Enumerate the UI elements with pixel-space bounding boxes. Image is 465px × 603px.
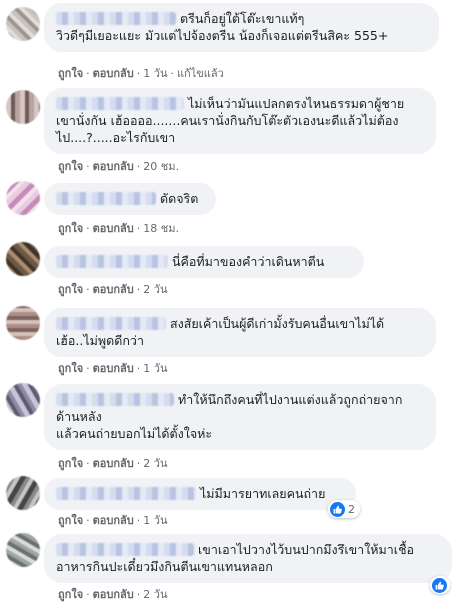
commenter-name[interactable]	[56, 543, 194, 556]
avatar[interactable]	[6, 476, 40, 510]
comment-actions: ถูกใจ · ตอบกลับ · 1 วัน	[58, 362, 168, 375]
like-link[interactable]: ถูกใจ	[58, 457, 83, 470]
comment-actions: ถูกใจ · ตอบกลับ · 1 วัน	[58, 514, 168, 527]
comment-time[interactable]: 1 วัน	[143, 362, 167, 375]
avatar[interactable]	[6, 383, 40, 417]
like-link[interactable]: ถูกใจ	[58, 283, 83, 296]
avatar[interactable]	[6, 90, 40, 124]
comment-actions: ถูกใจ · ตอบกลับ · 1 วัน · แก้ไขแล้ว	[58, 67, 224, 80]
commenter-name[interactable]	[56, 97, 184, 110]
comment-time[interactable]: 20 ชม.	[143, 160, 179, 173]
like-link[interactable]: ถูกใจ	[58, 160, 83, 173]
like-link[interactable]: ถูกใจ	[58, 222, 83, 235]
comment-bubble: ทำให้นึกถึงคนที่ไปงานแต่งแล้วถูกถ่ายจากด…	[44, 384, 436, 450]
comment-time[interactable]: 2 วัน	[143, 588, 167, 601]
reply-link[interactable]: ตอบกลับ	[93, 588, 134, 601]
edited-label[interactable]: แก้ไขแล้ว	[177, 67, 224, 80]
avatar[interactable]	[6, 533, 40, 567]
reply-link[interactable]: ตอบกลับ	[93, 160, 134, 173]
avatar[interactable]	[6, 242, 40, 276]
comment-bubble: ไม่เห็นว่ามันแปลกตรงไหนธรรมดาผู้ชายเขานั…	[44, 88, 436, 154]
reply-link[interactable]: ตอบกลับ	[93, 222, 134, 235]
commenter-name[interactable]	[56, 317, 166, 330]
comment-actions: ถูกใจ · ตอบกลับ · 2 วัน	[58, 457, 168, 470]
comment-text: นี่คือที่มาของคำว่าเดินหาตีน	[172, 254, 325, 269]
like-link[interactable]: ถูกใจ	[58, 362, 83, 375]
reply-link[interactable]: ตอบกลับ	[93, 457, 134, 470]
avatar[interactable]	[6, 181, 40, 215]
comment-bubble: นี่คือที่มาของคำว่าเดินหาตีน	[44, 246, 364, 278]
commenter-name[interactable]	[56, 487, 196, 500]
comment-time[interactable]: 18 ชม.	[143, 222, 179, 235]
like-link[interactable]: ถูกใจ	[58, 514, 83, 527]
commenter-name[interactable]	[56, 12, 176, 25]
reply-link[interactable]: ตอบกลับ	[93, 514, 134, 527]
comment-time[interactable]: 1 วัน	[143, 67, 167, 80]
commenter-name[interactable]	[56, 255, 168, 268]
comment-bubble: ตรีนก็อยู่ใต้โต๊ะเขาแท้ๆ วิวดีๆมีเยอะแยะ…	[44, 3, 439, 52]
reply-link[interactable]: ตอบกลับ	[93, 283, 134, 296]
comment-actions: ถูกใจ · ตอบกลับ · 2 วัน	[58, 283, 168, 296]
comment-text: ไม่มีมารยาทเลยคนถ่าย	[200, 486, 326, 501]
reaction-count[interactable]	[430, 576, 450, 594]
reply-link[interactable]: ตอบกลับ	[93, 362, 134, 375]
comment-time[interactable]: 2 วัน	[143, 283, 167, 296]
comment-bubble: เขาเอาไปวางไว้บนปากมึงรึเขาให้มาเชื้ออาห…	[44, 534, 452, 583]
comment-actions: ถูกใจ · ตอบกลับ · 2 วัน	[58, 588, 168, 601]
avatar[interactable]	[6, 306, 40, 340]
reaction-count[interactable]: 2	[328, 500, 360, 518]
comment-bubble: ดัดจริต	[44, 183, 216, 215]
comment-actions: ถูกใจ · ตอบกลับ · 20 ชม.	[58, 160, 179, 173]
commenter-name[interactable]	[56, 192, 156, 205]
comment-time[interactable]: 2 วัน	[143, 457, 167, 470]
comment-bubble: ไม่มีมารยาทเลยคนถ่าย	[44, 478, 356, 510]
thumbs-up-icon	[432, 577, 447, 593]
comment-text: ดัดจริต	[160, 191, 199, 206]
comment-actions: ถูกใจ · ตอบกลับ · 18 ชม.	[58, 222, 179, 235]
comment-time[interactable]: 1 วัน	[143, 514, 167, 527]
thumbs-up-icon	[330, 501, 345, 517]
like-link[interactable]: ถูกใจ	[58, 67, 83, 80]
comment-bubble: สงสัยเค้าเป็นผู้ดีเก่ามั้งรับคนอื่นเขาไม…	[44, 308, 436, 357]
like-link[interactable]: ถูกใจ	[58, 588, 83, 601]
reply-link[interactable]: ตอบกลับ	[93, 67, 134, 80]
avatar[interactable]	[6, 7, 40, 41]
reaction-number: 2	[348, 502, 355, 516]
commenter-name[interactable]	[56, 393, 174, 406]
